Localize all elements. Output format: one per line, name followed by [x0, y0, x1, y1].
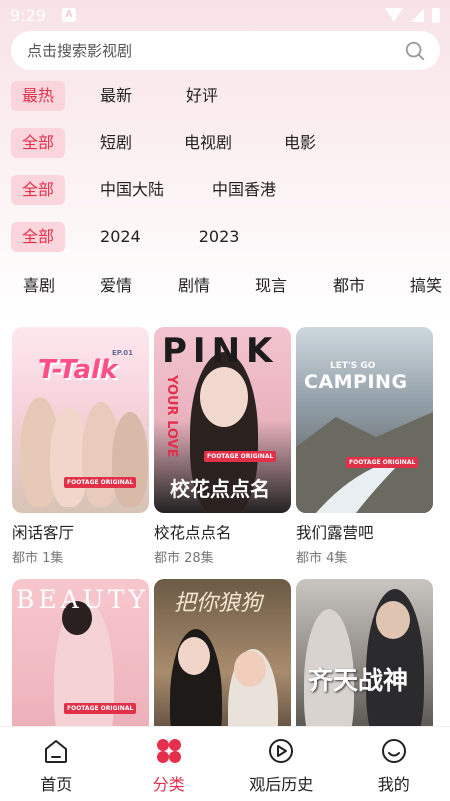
region-chip-mainland[interactable]: 中国大陆 — [89, 175, 175, 205]
poster-title: 齐天战神 — [308, 666, 409, 695]
bottom-nav: 首页 分类 观后历史 我的 — [0, 726, 450, 801]
poster-side-text: YOUR LOVE — [164, 375, 179, 458]
drama-title: 闲话客厅 — [12, 524, 75, 542]
year-chip-2023[interactable]: 2023 — [188, 222, 251, 252]
genre-chip-modern-romance[interactable]: 现言 — [255, 272, 287, 296]
profile-icon — [381, 739, 406, 763]
genre-filter-row: 喜剧 爱情 剧情 现言 都市 搞笑 — [0, 268, 450, 300]
region-chip-hongkong[interactable]: 中国香港 — [201, 175, 287, 205]
drama-card[interactable]: PINK YOUR LOVE FOOTAGE ORIGINAL 校花点点名 校花… — [154, 327, 291, 566]
year-filter-row: 全部 2024 2023 — [11, 222, 250, 252]
status-icons — [385, 7, 440, 23]
poster-title: T-Talk — [38, 355, 118, 385]
sort-chip-rated[interactable]: 好评 — [175, 81, 229, 111]
drama-card[interactable]: LET'S GO CAMPING FOOTAGE ORIGINAL 我们露营吧 … — [296, 327, 433, 566]
footage-badge: FOOTAGE ORIGINAL — [64, 703, 137, 714]
search-bar[interactable]: 点击搜索影视剧 — [11, 31, 440, 70]
nav-profile-label: 我的 — [377, 775, 410, 794]
search-icon[interactable] — [404, 40, 426, 62]
type-chip-all[interactable]: 全部 — [11, 128, 66, 158]
sort-chip-hot[interactable]: 最热 — [11, 81, 66, 111]
category-icon — [156, 739, 181, 763]
poster-title: BEAUTY — [16, 585, 149, 614]
nav-profile[interactable]: 我的 — [338, 727, 450, 801]
status-bar: 9:29 A — [0, 0, 450, 30]
poster-title: 把你狼狗 — [174, 591, 263, 616]
genre-chip-urban[interactable]: 都市 — [333, 272, 365, 296]
battery-icon — [432, 7, 440, 23]
genre-chip-romance[interactable]: 爱情 — [100, 272, 132, 296]
genre-chip-comedy[interactable]: 喜剧 — [23, 272, 55, 296]
drama-meta: 都市 1集 — [12, 551, 64, 566]
type-chip-tv[interactable]: 电视剧 — [173, 128, 243, 158]
notification-icon: A — [61, 8, 76, 22]
nav-home-label: 首页 — [40, 775, 73, 794]
year-chip-2024[interactable]: 2024 — [89, 222, 152, 252]
wifi-icon — [385, 8, 403, 22]
poster-episode: EP.01 — [112, 349, 134, 357]
search-input[interactable]: 点击搜索影视剧 — [27, 40, 404, 61]
region-filter-row: 全部 中国大陆 中国香港 — [11, 175, 287, 205]
poster-image[interactable]: T-Talk EP.01 FOOTAGE ORIGINAL — [12, 327, 149, 513]
footage-badge: FOOTAGE ORIGINAL — [346, 457, 419, 468]
poster-top-text: LET'S GO — [330, 361, 376, 371]
poster-title: 校花点点名 — [170, 477, 270, 501]
drama-meta: 都市 4集 — [296, 551, 348, 566]
type-chip-movie[interactable]: 电影 — [273, 128, 327, 158]
footage-badge: FOOTAGE ORIGINAL — [64, 477, 137, 488]
poster-image[interactable]: LET'S GO CAMPING FOOTAGE ORIGINAL — [296, 327, 433, 513]
type-filter-row: 全部 短剧 电视剧 电影 — [11, 128, 327, 158]
type-chip-short[interactable]: 短剧 — [89, 128, 143, 158]
home-icon — [45, 740, 68, 763]
drama-meta: 都市 28集 — [154, 551, 214, 566]
footage-badge: FOOTAGE ORIGINAL — [204, 451, 277, 462]
signal-icon — [411, 8, 424, 22]
genre-chip-drama[interactable]: 剧情 — [178, 272, 210, 296]
genre-chip-funny[interactable]: 搞笑 — [410, 272, 442, 296]
poster-top-text: PINK — [162, 331, 279, 371]
history-play-icon — [269, 739, 294, 763]
nav-history-label: 观后历史 — [249, 775, 314, 794]
nav-home[interactable]: 首页 — [0, 727, 113, 801]
drama-title: 校花点点名 — [154, 524, 232, 542]
nav-category[interactable]: 分类 — [113, 727, 226, 801]
sort-chip-new[interactable]: 最新 — [89, 81, 143, 111]
poster-title: CAMPING — [304, 371, 408, 393]
poster-image[interactable]: PINK YOUR LOVE FOOTAGE ORIGINAL 校花点点名 — [154, 327, 291, 513]
drama-card[interactable]: T-Talk EP.01 FOOTAGE ORIGINAL 闲话客厅 都市 1集 — [12, 327, 149, 566]
year-chip-all[interactable]: 全部 — [11, 222, 66, 252]
nav-history[interactable]: 观后历史 — [225, 727, 338, 801]
drama-title: 我们露营吧 — [296, 524, 374, 542]
status-time: 9:29 — [10, 5, 46, 25]
region-chip-all[interactable]: 全部 — [11, 175, 66, 205]
sort-filter-row: 最热 最新 好评 — [11, 81, 229, 111]
nav-category-label: 分类 — [152, 775, 185, 794]
